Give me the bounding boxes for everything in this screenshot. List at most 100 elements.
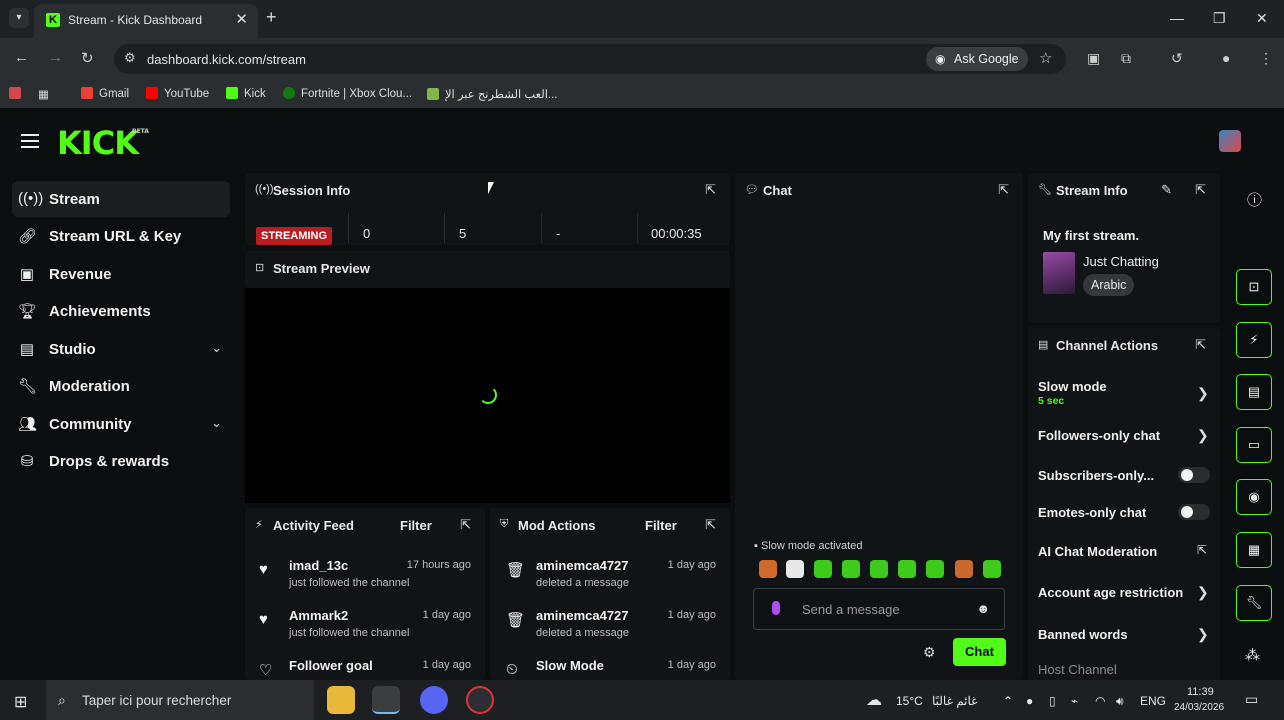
chat-message-input[interactable]: Send a message ☻ (753, 588, 1005, 630)
popout-icon[interactable]: ⇱ (705, 517, 716, 533)
apps-icon[interactable] (9, 87, 27, 100)
sidebar-item-stream[interactable]: ((•)) Stream (12, 181, 230, 217)
emote-icon[interactable] (759, 560, 777, 578)
forward-icon[interactable]: → (48, 49, 63, 66)
extension-icon[interactable]: ▣ (1087, 50, 1100, 67)
wrench-icon[interactable]: 🔧︎ (1236, 585, 1272, 621)
mod-user[interactable]: Slow Mode (536, 658, 604, 673)
site-info-icon[interactable]: ⚙ (124, 50, 136, 66)
emote-icon[interactable] (870, 560, 888, 578)
minimize-icon[interactable]: — (1170, 10, 1184, 26)
back-icon[interactable]: ← (14, 49, 29, 66)
bookmark-kick[interactable]: Kick (226, 87, 266, 100)
tray-expand-icon[interactable]: ⌃ (1003, 694, 1013, 708)
language-indicator[interactable]: ENG (1140, 694, 1166, 708)
user-avatar[interactable] (1219, 130, 1241, 152)
chevron-down-icon[interactable]: ⌄ (211, 415, 222, 431)
taskbar-search[interactable]: ⌕ Taper ici pour rechercher (46, 680, 314, 720)
windows-start-icon[interactable]: ⊞ (14, 692, 27, 712)
subscribers-only-toggle[interactable] (1178, 467, 1210, 483)
chrome-icon[interactable] (372, 686, 400, 714)
obs-icon[interactable] (466, 686, 494, 714)
popout-icon[interactable]: ⇱ (1195, 182, 1206, 198)
restore-icon[interactable]: ❐ (1213, 10, 1226, 27)
kick-logo[interactable]: KICK BETA (57, 124, 149, 162)
volume-icon[interactable]: 🔊︎ (1116, 694, 1124, 709)
bookmark-youtube[interactable]: YouTube (146, 87, 209, 100)
emote-icon[interactable] (842, 560, 860, 578)
activity-filter-button[interactable]: Filter (400, 518, 432, 533)
info-icon[interactable]: ⓘ (1247, 189, 1262, 210)
popout-icon[interactable]: ⇱ (705, 182, 716, 198)
emote-icon[interactable] (926, 560, 944, 578)
external-link-icon[interactable]: ⇱ (1197, 543, 1207, 557)
chevron-right-icon[interactable]: ❯ (1197, 626, 1209, 643)
bookmark-star-icon[interactable]: ☆ (1039, 49, 1052, 67)
sidebar-item-revenue[interactable]: ▣ Revenue (12, 256, 230, 292)
new-tab-icon[interactable]: + (266, 7, 277, 28)
emote-icon[interactable] (814, 560, 832, 578)
feed-user[interactable]: Follower goal (289, 658, 373, 673)
host-channel-action[interactable]: Host Channel (1038, 662, 1117, 677)
mod-user[interactable]: aminemca4727 (536, 558, 629, 573)
language-tag[interactable]: Arabic (1083, 274, 1135, 296)
file-explorer-icon[interactable] (327, 686, 355, 714)
emote-icon[interactable] (898, 560, 916, 578)
mod-user[interactable]: aminemca4727 (536, 608, 629, 623)
chat-send-button[interactable]: Chat (953, 638, 1006, 666)
emotes-only-toggle[interactable] (1178, 504, 1210, 520)
sidebar-item-stream-url[interactable]: 🔗︎ Stream URL & Key (12, 218, 230, 254)
microphone-icon[interactable] (772, 601, 780, 615)
sidebar-item-community[interactable]: 👥︎ Community ⌄ (12, 406, 230, 442)
emote-icon[interactable] (983, 560, 1001, 578)
broadcast-icon[interactable]: ◉ (1236, 479, 1272, 515)
bookmark-fortnite[interactable]: Fortnite | Xbox Clou... (283, 87, 412, 100)
profile-icon[interactable]: ● (1222, 50, 1230, 66)
bookmark-chess[interactable]: العب الشطرنج عبر الإ... (427, 87, 558, 101)
network-icon[interactable]: ⌁ (1071, 694, 1078, 708)
sidebar-item-moderation[interactable]: 🔧︎ Moderation (12, 368, 230, 404)
clock-time[interactable]: 11:39 (1187, 686, 1214, 698)
sidebar-item-studio[interactable]: ▤ Studio ⌄ (12, 331, 230, 367)
popout-icon[interactable]: ⇱ (460, 517, 471, 533)
omnibox[interactable]: ⚙ dashboard.kick.com/stream ◉ Ask Google… (114, 44, 1066, 74)
emote-icon[interactable] (955, 560, 973, 578)
hamburger-menu-icon[interactable] (21, 134, 39, 148)
feed-user[interactable]: Ammark2 (289, 608, 348, 623)
age-restriction-action[interactable]: Account age restriction (1038, 585, 1183, 600)
close-tab-icon[interactable]: ✕ (235, 10, 248, 28)
ask-google-button[interactable]: ◉ Ask Google (926, 47, 1028, 71)
chevron-down-icon[interactable]: ⌄ (211, 340, 222, 356)
tray-meet-icon[interactable]: ▯ (1049, 694, 1056, 708)
chevron-right-icon[interactable]: ❯ (1197, 385, 1209, 402)
reload-icon[interactable]: ↻ (81, 49, 94, 67)
preview-toggle-icon[interactable]: ⊡ (1236, 269, 1272, 305)
tab-list-button[interactable]: ▾ (9, 8, 29, 28)
sidebar-item-achievements[interactable]: 🏆︎ Achievements (12, 293, 230, 329)
mod-filter-button[interactable]: Filter (645, 518, 677, 533)
discord-icon[interactable] (420, 686, 448, 714)
chevron-right-icon[interactable]: ❯ (1197, 427, 1209, 444)
document-icon[interactable]: ▤ (1236, 374, 1272, 410)
popout-icon[interactable]: ⇱ (998, 182, 1009, 198)
browser-tab[interactable]: K Stream - Kick Dashboard ✕ (34, 4, 258, 38)
wifi-icon[interactable]: ◠ (1095, 694, 1105, 708)
clock-date[interactable]: 24/03/2026 (1174, 702, 1224, 713)
bookmark-gmail[interactable]: Gmail (81, 87, 129, 100)
chat-settings-icon[interactable]: ⚙ (923, 644, 936, 661)
stream-category[interactable]: Just Chatting (1083, 254, 1159, 269)
notifications-icon[interactable]: ▭ (1245, 691, 1258, 708)
popout-icon[interactable]: ⇱ (1195, 337, 1206, 353)
emote-icon[interactable] (786, 560, 804, 578)
lightning-icon[interactable]: ⚡︎ (1236, 322, 1272, 358)
feed-user[interactable]: imad_13c (289, 558, 348, 573)
chevron-right-icon[interactable]: ❯ (1197, 584, 1209, 601)
puzzle-icon[interactable]: ⧉ (1121, 50, 1131, 67)
ai-moderation-action[interactable]: AI Chat Moderation (1038, 544, 1157, 559)
history-icon[interactable]: ↺ (1171, 50, 1183, 67)
close-window-icon[interactable]: ✕ (1256, 10, 1268, 27)
banned-words-action[interactable]: Banned words (1038, 627, 1128, 642)
emoji-icon[interactable]: ☻ (976, 601, 990, 616)
grid-icon[interactable]: ▦ (38, 87, 49, 101)
sidebar-item-drops[interactable]: ⛁ Drops & rewards (12, 443, 230, 479)
